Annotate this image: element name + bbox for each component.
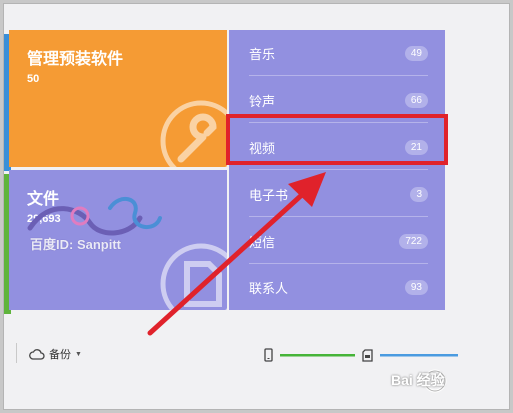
category-sms[interactable]: 短信 722: [229, 218, 445, 264]
backup-label: 备份: [49, 349, 71, 361]
backup-button[interactable]: 备份 ▼: [29, 346, 82, 362]
cloud-icon: [29, 349, 45, 360]
count-badge: 93: [404, 279, 428, 295]
baidu-jingyan-text: Bai 经验: [391, 372, 445, 388]
category-contacts[interactable]: 联系人 93: [229, 264, 445, 310]
category-label: 铃声: [249, 93, 276, 109]
category-label: 联系人: [249, 280, 289, 296]
wrench-icon: [160, 100, 227, 167]
sd-storage-bar: [380, 354, 458, 357]
video-highlight-box: [226, 114, 448, 165]
count-badge: 3: [410, 186, 428, 202]
category-ebooks[interactable]: 电子书 3: [229, 171, 445, 217]
sd-card-icon: [362, 349, 373, 362]
storage-indicator: [264, 348, 458, 362]
phone-storage-bar: [280, 354, 355, 357]
category-music[interactable]: 音乐 49: [229, 30, 445, 76]
phone-icon: [264, 348, 273, 362]
category-label: 电子书: [249, 187, 289, 203]
baidu-watermark-text: 百度ID: Sanpitt: [30, 237, 121, 252]
count-badge: 49: [404, 45, 428, 61]
tile-count: 50: [27, 73, 40, 85]
category-label: 音乐: [249, 46, 276, 62]
toolbar-divider: [16, 343, 17, 363]
category-label: 短信: [249, 234, 276, 250]
chevron-down-icon: ▼: [75, 350, 82, 358]
tile-title: 管理预装软件: [27, 51, 124, 68]
count-badge: 66: [404, 92, 428, 108]
category-list: 音乐 49 铃声 66 视频 21 电子书 3 短信 722 联系人 93: [229, 30, 445, 310]
count-badge: 722: [399, 233, 428, 249]
preinstalled-apps-tile[interactable]: 管理预装软件 50: [9, 30, 227, 167]
